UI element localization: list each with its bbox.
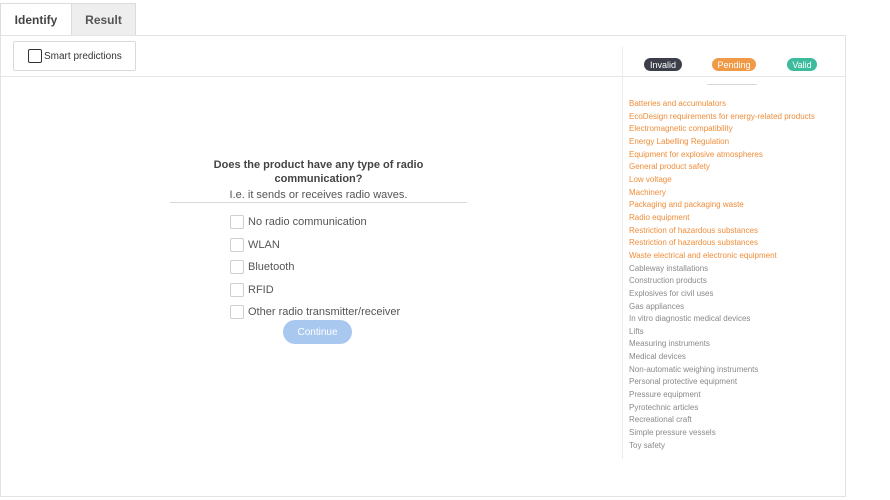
continue-button[interactable]: Continue [283,320,352,344]
option-bluetooth[interactable]: Bluetooth [230,256,400,279]
option-checkbox[interactable] [230,237,244,252]
smart-predictions-label: Smart predictions [44,50,122,62]
answer-options: No radio communication WLAN Bluetooth RF… [230,211,400,324]
directive-item[interactable]: Electromagnetic compatibility [629,123,844,136]
directive-item[interactable]: Lifts [629,326,844,339]
question-block: Does the product have any type of radio … [170,158,467,202]
directive-item[interactable]: Simple pressure vessels [629,427,844,440]
tab-identify[interactable]: Identify [0,3,72,36]
question-title: Does the product have any type of radio … [213,159,424,185]
option-checkbox[interactable] [230,260,244,275]
smart-predictions-checkbox[interactable] [28,49,42,63]
page-background [850,0,890,500]
toolbar-divider [1,76,845,77]
directive-item[interactable]: Waste electrical and electronic equipmen… [629,250,844,263]
directive-item[interactable]: Low voltage [629,174,844,187]
question-subtitle: I.e. it sends or receives radio waves. [229,189,408,201]
status-legend: Invalid Pending Valid [644,58,824,72]
directive-item[interactable]: Personal protective equipment [629,376,844,389]
directive-item[interactable]: Pyrotechnic articles [629,402,844,415]
directive-item[interactable]: Packaging and packaging waste [629,199,844,212]
sidebar-divider [622,47,623,459]
option-rfid[interactable]: RFID [230,279,400,302]
invalid-badge: Invalid [644,58,682,71]
tab-result[interactable]: Result [72,3,136,36]
legend-divider [707,84,757,85]
smart-predictions-toggle[interactable]: Smart predictions [13,41,136,71]
directive-item[interactable]: In vitro diagnostic medical devices [629,313,844,326]
directive-item[interactable]: Cableway installations [629,263,844,276]
option-label: Bluetooth [248,261,295,274]
directive-item[interactable]: Measuring instruments [629,338,844,351]
directive-item[interactable]: Equipment for explosive atmospheres [629,149,844,162]
directive-item[interactable]: Construction products [629,275,844,288]
directive-item[interactable]: Pressure equipment [629,389,844,402]
directive-item[interactable]: Gas appliances [629,301,844,314]
directive-item[interactable]: Machinery [629,187,844,200]
option-no-radio[interactable]: No radio communication [230,211,400,234]
option-checkbox[interactable] [230,282,244,297]
option-label: RFID [248,283,274,296]
option-label: WLAN [248,238,280,251]
directive-item[interactable]: Explosives for civil uses [629,288,844,301]
option-label: Other radio transmitter/receiver [248,306,401,319]
option-checkbox[interactable] [230,215,244,230]
directive-list: Batteries and accumulators EcoDesign requ… [629,98,844,452]
directive-item[interactable]: EcoDesign requirements for energy-relate… [629,111,844,124]
directive-item[interactable]: Restriction of hazardous substances [629,225,844,238]
option-checkbox[interactable] [230,305,244,320]
directive-item[interactable]: Non-automatic weighing instruments [629,364,844,377]
valid-badge: Valid [787,58,817,71]
directive-item[interactable]: Toy safety [629,440,844,453]
option-label: No radio communication [248,216,367,229]
question-divider [170,202,467,203]
directive-item[interactable]: Energy Labelling Regulation [629,136,844,149]
directive-item[interactable]: Recreational craft [629,414,844,427]
directive-item[interactable]: Radio equipment [629,212,844,225]
directive-item[interactable]: Restriction of hazardous substances [629,237,844,250]
pending-badge: Pending [712,58,756,71]
directive-item[interactable]: General product safety [629,161,844,174]
directive-item[interactable]: Batteries and accumulators [629,98,844,111]
app-window: Identify Result Smart predictions Does t… [0,0,890,500]
option-wlan[interactable]: WLAN [230,234,400,257]
tab-bar: Identify Result [0,3,136,36]
directive-item[interactable]: Medical devices [629,351,844,364]
